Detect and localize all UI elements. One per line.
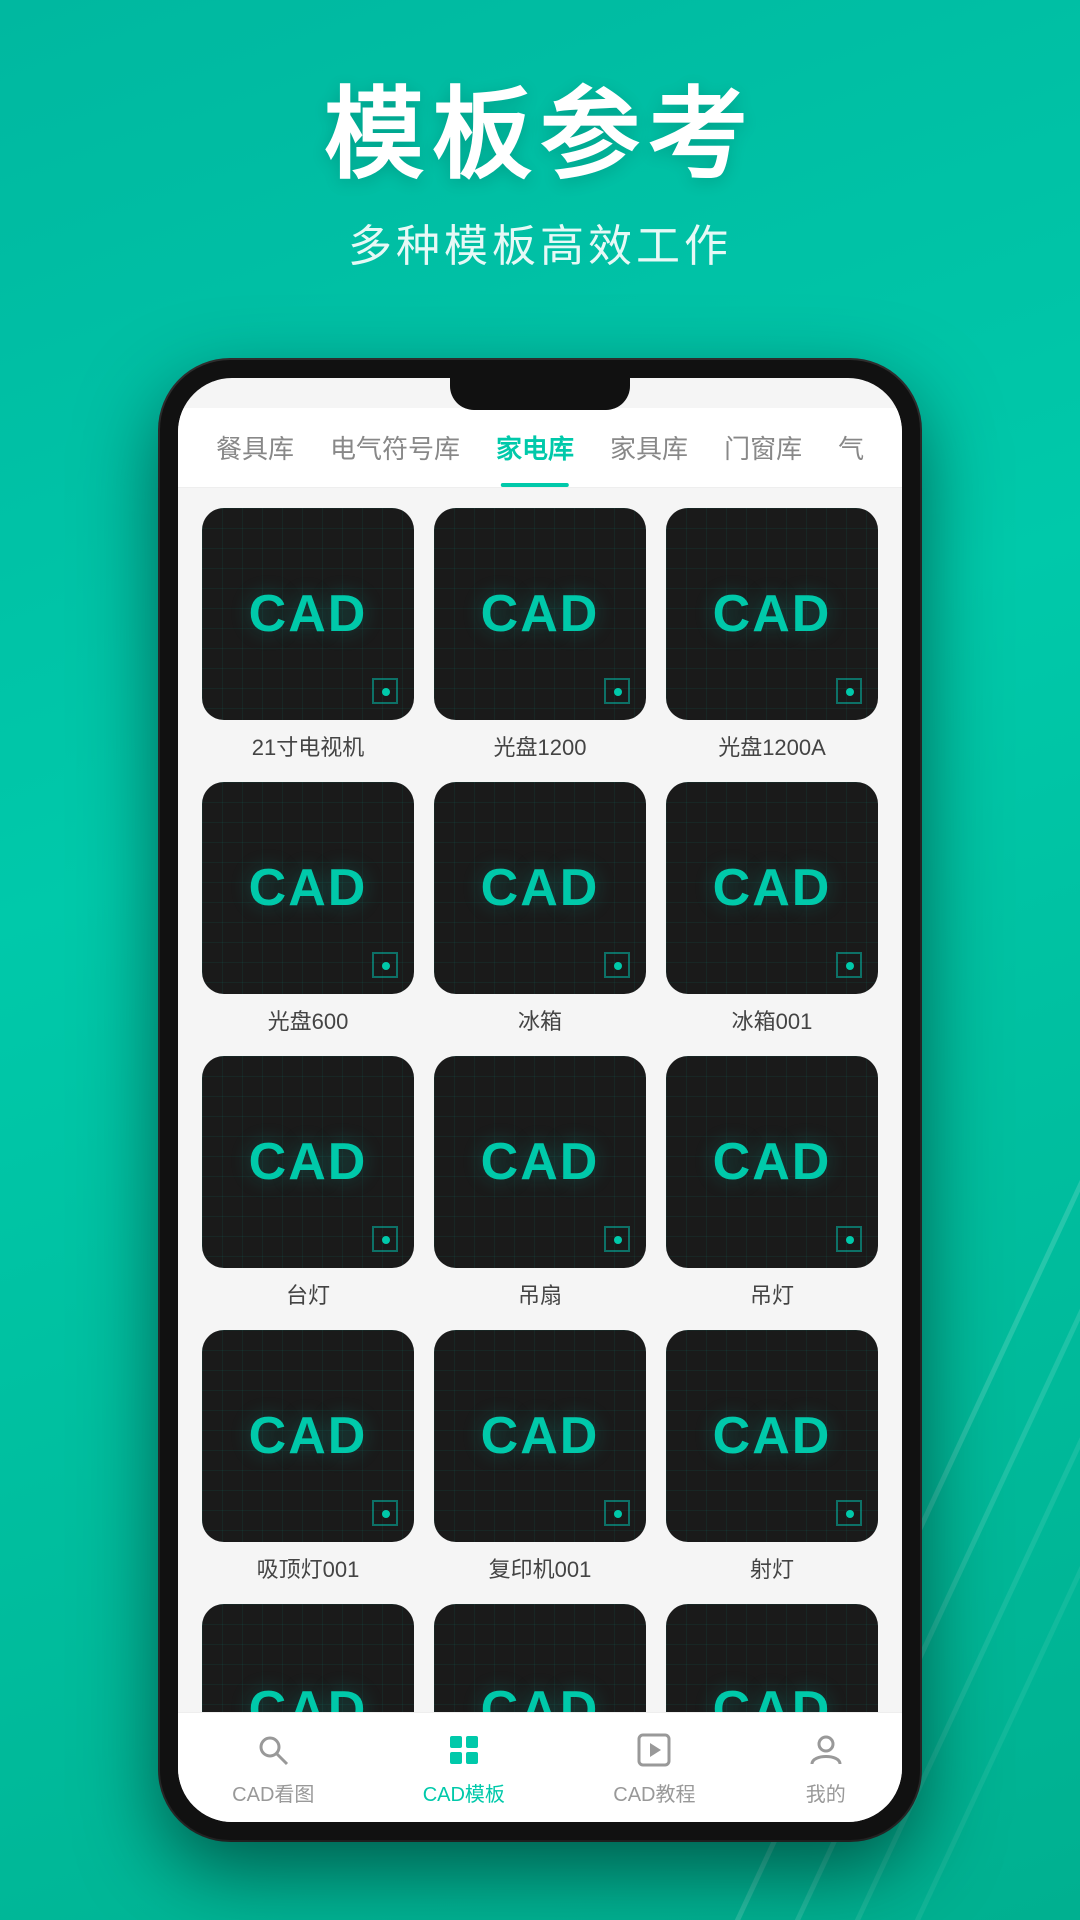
item-label: 冰箱001	[732, 1004, 813, 1036]
center-dot	[614, 1236, 622, 1244]
main-title: 模板参考	[0, 80, 1080, 190]
play-icon	[632, 1728, 676, 1772]
nav-cad-tutorial[interactable]: CAD教程	[613, 1728, 695, 1807]
item-label: 台灯	[286, 1278, 330, 1310]
list-item[interactable]: CAD 21寸电视机	[202, 508, 414, 762]
cad-icon-label: CAD	[713, 1132, 832, 1192]
cad-thumb: CAD	[666, 1604, 878, 1712]
cad-thumb: CAD	[202, 782, 414, 994]
item-label: 冰箱	[518, 1004, 562, 1036]
item-label: 吊灯	[750, 1278, 794, 1310]
template-icon	[442, 1728, 486, 1772]
cad-thumb: CAD	[434, 1330, 646, 1542]
sub-title: 多种模板高效工作	[0, 210, 1080, 274]
cad-thumb: CAD	[202, 1330, 414, 1542]
item-label: 光盘1200	[494, 730, 587, 762]
cad-thumb: CAD	[666, 1330, 878, 1542]
user-icon	[804, 1728, 848, 1772]
cad-icon-label: CAD	[481, 1132, 600, 1192]
center-dot	[846, 1236, 854, 1244]
center-dot	[846, 688, 854, 696]
cad-icon-label: CAD	[713, 1406, 832, 1466]
item-label: 光盘1200A	[718, 730, 826, 762]
tab-qi[interactable]: 气	[820, 408, 882, 487]
item-label: 吊扇	[518, 1278, 562, 1310]
nav-label-mine: 我的	[806, 1778, 846, 1807]
header-section: 模板参考 多种模板高效工作	[0, 80, 1080, 274]
cad-icon-label: CAD	[713, 858, 832, 918]
nav-cad-template[interactable]: CAD模板	[423, 1728, 505, 1807]
tab-canjiuku[interactable]: 餐具库	[198, 408, 312, 487]
center-dot	[614, 1510, 622, 1518]
center-dot	[382, 962, 390, 970]
item-label: 光盘600	[268, 1004, 349, 1036]
cad-icon-label: CAD	[481, 1680, 600, 1712]
item-label: 21寸电视机	[252, 730, 364, 762]
cad-thumb: CAD	[434, 508, 646, 720]
list-item[interactable]: CAD 冰箱001	[666, 782, 878, 1036]
nav-label-template: CAD模板	[423, 1778, 505, 1807]
template-grid: CAD 21寸电视机 CAD 光盘1200	[202, 508, 878, 1712]
nav-cad-view[interactable]: CAD看图	[232, 1728, 314, 1807]
cad-thumb: CAD	[434, 1056, 646, 1268]
center-dot	[846, 1510, 854, 1518]
list-item[interactable]: CAD 光盘1200A	[666, 508, 878, 762]
cad-icon-label: CAD	[481, 584, 600, 644]
cad-icon-label: CAD	[249, 584, 368, 644]
nav-label-view: CAD看图	[232, 1778, 314, 1807]
cad-icon-label: CAD	[481, 858, 600, 918]
tab-menchuangku[interactable]: 门窗库	[706, 408, 820, 487]
item-label: 吸顶灯001	[257, 1552, 360, 1584]
nav-mine[interactable]: 我的	[804, 1728, 848, 1807]
cad-thumb: CAD	[202, 1056, 414, 1268]
phone-outer: 餐具库 电气符号库 家电库 家具库 门窗库 气 CAD 21寸电视机	[160, 360, 920, 1840]
list-item[interactable]: CAD 吸顶灯001	[202, 1330, 414, 1584]
list-item[interactable]: CAD 光盘600	[202, 782, 414, 1036]
cad-thumb: CAD	[666, 508, 878, 720]
center-dot	[614, 688, 622, 696]
nav-label-tutorial: CAD教程	[613, 1778, 695, 1807]
list-item[interactable]: CAD	[434, 1604, 646, 1712]
list-item[interactable]: CAD 吊扇	[434, 1056, 646, 1310]
center-dot	[382, 1236, 390, 1244]
cad-thumb: CAD	[202, 1604, 414, 1712]
tabs-bar: 餐具库 电气符号库 家电库 家具库 门窗库 气	[178, 408, 902, 488]
center-dot	[614, 962, 622, 970]
search-icon	[251, 1728, 295, 1772]
cad-thumb: CAD	[666, 782, 878, 994]
list-item[interactable]: CAD 吊灯	[666, 1056, 878, 1310]
tab-jiajuku[interactable]: 家具库	[592, 408, 706, 487]
phone-notch	[450, 378, 630, 410]
phone-screen: 餐具库 电气符号库 家电库 家具库 门窗库 气 CAD 21寸电视机	[178, 378, 902, 1822]
list-item[interactable]: CAD 台灯	[202, 1056, 414, 1310]
list-item[interactable]: CAD 光盘1200	[434, 508, 646, 762]
tab-jiadian[interactable]: 家电库	[478, 408, 592, 487]
tab-dianqifuhaoku[interactable]: 电气符号库	[312, 408, 478, 487]
cad-icon-label: CAD	[249, 1406, 368, 1466]
cad-icon-label: CAD	[481, 1406, 600, 1466]
item-label: 射灯	[750, 1552, 794, 1584]
list-item[interactable]: CAD 射灯	[666, 1330, 878, 1584]
list-item[interactable]: CAD	[666, 1604, 878, 1712]
center-dot	[846, 962, 854, 970]
cad-icon-label: CAD	[249, 1680, 368, 1712]
bottom-nav: CAD看图 CAD模板	[178, 1712, 902, 1822]
center-dot	[382, 1510, 390, 1518]
cad-thumb: CAD	[434, 1604, 646, 1712]
cad-thumb: CAD	[202, 508, 414, 720]
cad-thumb: CAD	[434, 782, 646, 994]
list-item[interactable]: CAD 复印机001	[434, 1330, 646, 1584]
item-label: 复印机001	[489, 1552, 592, 1584]
cad-icon-label: CAD	[249, 858, 368, 918]
cad-icon-label: CAD	[713, 1680, 832, 1712]
cad-icon-label: CAD	[249, 1132, 368, 1192]
cad-icon-label: CAD	[713, 584, 832, 644]
center-dot	[382, 688, 390, 696]
list-item[interactable]: CAD	[202, 1604, 414, 1712]
grid-content: CAD 21寸电视机 CAD 光盘1200	[178, 488, 902, 1712]
phone-mockup: 餐具库 电气符号库 家电库 家具库 门窗库 气 CAD 21寸电视机	[160, 360, 920, 1840]
list-item[interactable]: CAD 冰箱	[434, 782, 646, 1036]
cad-thumb: CAD	[666, 1056, 878, 1268]
